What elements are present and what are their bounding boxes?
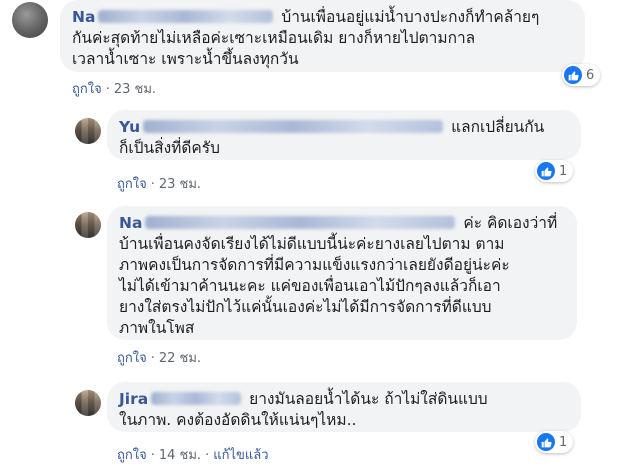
- comment-text: ยางมันลอยน้ำได้นะ ถ้าไม่ใส่ดินแบบ: [249, 390, 488, 408]
- timestamp[interactable]: 22 ชม.: [159, 351, 201, 366]
- comment-bubble: Na ค่ะ คิดเองว่าที่ บ้านเพื่อนคงจัดเรียง…: [107, 206, 577, 340]
- comment-bubble: Yu แลกเปลี่ยนกัน ก็เป็นสิ่งที่ดีครับ: [107, 110, 581, 160]
- comment-actions: ถูกใจ · 23 ชม.: [117, 177, 202, 192]
- author-name[interactable]: Na: [119, 214, 458, 232]
- like-link[interactable]: ถูกใจ: [72, 82, 102, 97]
- comment-text-line: ยางใส่ตรงไม่ปักไว้แค่นั้นเองค่ะไม่ได้มีก…: [119, 298, 492, 316]
- comment-text: ค่ะ คิดเองว่าที่: [463, 214, 558, 232]
- like-thumb-icon: [537, 162, 555, 180]
- comment-text: แลกเปลี่ยนกัน: [451, 118, 545, 136]
- like-link[interactable]: ถูกใจ: [117, 351, 147, 366]
- reaction-count[interactable]: 1: [535, 431, 574, 453]
- comment-text-line: กันค่ะสุดท้ายไม่เหลือค่ะเซาะเหมือนเดิม ย…: [72, 29, 476, 47]
- avatar[interactable]: [75, 118, 101, 144]
- comment-text-line: ก็เป็นสิ่งที่ดีครับ: [119, 139, 220, 157]
- like-thumb-icon: [564, 66, 582, 84]
- comment-actions: ถูกใจ · 23 ชม.: [72, 82, 157, 97]
- timestamp[interactable]: 23 ชม.: [159, 177, 201, 192]
- author-name[interactable]: Na: [72, 8, 276, 26]
- comment-text-line: บ้านเพื่อนคงจัดเรียงได้ไม่ดีแบบนี้น่ะค่ะ…: [119, 235, 505, 253]
- author-name[interactable]: Yu: [119, 118, 446, 136]
- reaction-count[interactable]: 6: [562, 64, 601, 86]
- avatar[interactable]: [75, 390, 101, 416]
- reaction-count[interactable]: 1: [535, 160, 574, 182]
- avatar[interactable]: [12, 2, 48, 38]
- comment-bubble: Na บ้านเพื่อนอยู่แม่น้ำบางปะกงก็ทำคล้ายๆ…: [60, 0, 585, 72]
- like-link[interactable]: ถูกใจ: [117, 177, 147, 192]
- timestamp[interactable]: 14 ชม.: [159, 448, 201, 463]
- comment-actions: ถูกใจ · 22 ชม.: [117, 351, 202, 366]
- comment-text-line: ภาพในโพส: [119, 319, 195, 337]
- timestamp[interactable]: 23 ชม.: [114, 82, 156, 97]
- comment-text-line: ไม่ได้เข้ามาค้านนะคะ แค่ของเพื่อนเอาไม้ป…: [119, 277, 501, 295]
- comment-text-line: ภาพคงเป็นการจัดการที่มีความแข็งแรงกว่าเล…: [119, 256, 510, 274]
- author-name[interactable]: Jira: [119, 390, 244, 408]
- edited-label[interactable]: แก้ไขแล้ว: [213, 448, 268, 463]
- like-thumb-icon: [537, 433, 555, 451]
- comment-text-line: ในภาพ. คงต้องอัดดินให้แน่นๆไหม..: [119, 411, 357, 429]
- avatar[interactable]: [75, 212, 101, 238]
- comment-text-line: เวลาน้ำเซาะ เพราะน้ำขึ้นลงทุกวัน: [72, 50, 299, 68]
- comment-bubble: Jira ยางมันลอยน้ำได้นะ ถ้าไม่ใส่ดินแบบ ใ…: [107, 382, 581, 432]
- comment-text: บ้านเพื่อนอยู่แม่น้ำบางปะกงก็ทำคล้ายๆ: [281, 8, 540, 26]
- like-link[interactable]: ถูกใจ: [117, 448, 147, 463]
- comment-actions: ถูกใจ · 14 ชม. · แก้ไขแล้ว: [117, 448, 269, 463]
